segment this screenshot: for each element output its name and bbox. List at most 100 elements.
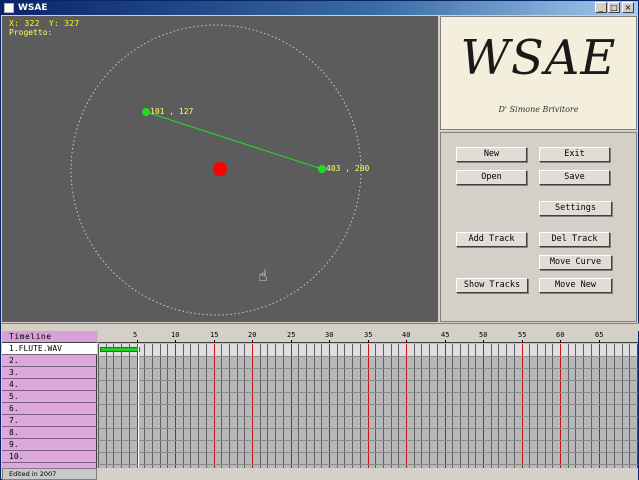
minor-gridline (306, 344, 307, 468)
major-gridline (175, 344, 176, 468)
track-row[interactable]: 10. (2, 451, 97, 463)
minor-gridline (475, 344, 476, 468)
minor-gridline (498, 344, 499, 468)
ruler-label: 50 (479, 331, 488, 339)
timeline-header: Timeline (2, 331, 97, 343)
track-row[interactable]: 7. (2, 415, 97, 427)
row-divider (98, 356, 638, 357)
major-gridline (599, 344, 600, 468)
move-curve-button[interactable]: Move Curve (539, 255, 612, 270)
settings-button[interactable]: Settings (539, 201, 612, 216)
minor-gridline (267, 344, 268, 468)
ruler-label: 45 (441, 331, 450, 339)
point-b-label: 403 , 200 (326, 164, 370, 173)
ruler-tick (445, 340, 446, 343)
status-bar: Edited in 2007 (2, 468, 638, 480)
audio-clip[interactable] (100, 347, 140, 352)
ruler-label: 5 (133, 331, 138, 339)
ruler-label: 60 (556, 331, 565, 339)
point-a-label: 101 , 127 (150, 107, 194, 116)
major-gridline (291, 344, 292, 468)
major-gridline (406, 344, 407, 468)
ruler-tick (214, 340, 215, 343)
minor-gridline (375, 344, 376, 468)
minor-gridline (622, 344, 623, 468)
track-row[interactable]: 4. (2, 379, 97, 391)
ruler-label: 55 (518, 331, 527, 339)
logo-title: WSAE (460, 30, 617, 86)
exit-button[interactable]: Exit (539, 147, 610, 162)
minor-gridline (391, 344, 392, 468)
minor-gridline (437, 344, 438, 468)
track-row[interactable]: 9. (2, 439, 97, 451)
major-gridline (445, 344, 446, 468)
major-gridline (637, 344, 638, 468)
minor-gridline (121, 344, 122, 468)
row-divider (98, 380, 638, 381)
major-gridline (368, 344, 369, 468)
minor-gridline (98, 344, 99, 468)
new-button[interactable]: New (456, 147, 527, 162)
spatial-canvas[interactable]: X: 322 Y: 327 Progetto: 101 , 127 403 , … (2, 16, 438, 322)
major-gridline (560, 344, 561, 468)
minor-gridline (460, 344, 461, 468)
control-panel: New Exit Open Save Settings Add Track De… (440, 132, 637, 322)
minor-gridline (321, 344, 322, 468)
ruler-label: 40 (402, 331, 411, 339)
minor-gridline (144, 344, 145, 468)
minor-gridline (352, 344, 353, 468)
minimize-button[interactable]: _ (595, 2, 607, 13)
row-divider (98, 464, 638, 465)
maximize-button[interactable]: □ (608, 2, 620, 13)
close-button[interactable]: × (622, 2, 634, 13)
minor-gridline (244, 344, 245, 468)
window-title: WSAE (18, 3, 48, 13)
timeline-panel: Timeline 1.FLUTE.WAV 2. 3. 4. 5. 6. 7. 8… (2, 331, 638, 468)
ruler-tick (175, 340, 176, 343)
track-row[interactable]: 8. (2, 427, 97, 439)
major-gridline (483, 344, 484, 468)
minor-gridline (360, 344, 361, 468)
sound-source[interactable] (213, 162, 227, 176)
minor-gridline (152, 344, 153, 468)
trajectory-line (145, 111, 323, 170)
ruler-label: 65 (595, 331, 604, 339)
time-ruler[interactable]: 5 10 15 20 25 30 35 40 45 50 55 60 65 (98, 331, 638, 343)
ruler-tick (560, 340, 561, 343)
del-track-button[interactable]: Del Track (539, 232, 610, 247)
track-row[interactable]: 6. (2, 403, 97, 415)
trajectory-point-b[interactable] (318, 165, 326, 173)
open-button[interactable]: Open (456, 170, 527, 185)
show-tracks-button[interactable]: Show Tracks (456, 278, 528, 293)
hand-cursor-icon: ☝ (258, 266, 268, 285)
track-row[interactable]: 1.FLUTE.WAV (2, 343, 97, 355)
track-row[interactable]: 3. (2, 367, 97, 379)
track-row[interactable]: 2. (2, 355, 97, 367)
playhead[interactable] (138, 344, 139, 468)
app-icon (4, 3, 14, 13)
minor-gridline (606, 344, 607, 468)
minor-gridline (113, 344, 114, 468)
save-button[interactable]: Save (539, 170, 610, 185)
title-bar[interactable]: WSAE _ □ × (1, 1, 638, 15)
track-row[interactable]: 5. (2, 391, 97, 403)
add-track-button[interactable]: Add Track (456, 232, 527, 247)
ruler-tick (368, 340, 369, 343)
status-text: Edited in 2007 (2, 468, 97, 480)
minor-gridline (206, 344, 207, 468)
app-window: WSAE _ □ × X: 322 Y: 327 Progetto: 101 ,… (0, 0, 639, 480)
major-gridline (522, 344, 523, 468)
major-gridline (214, 344, 215, 468)
minor-gridline (275, 344, 276, 468)
trajectory-point-a[interactable] (142, 108, 150, 116)
minor-gridline (529, 344, 530, 468)
minor-gridline (568, 344, 569, 468)
minor-gridline (298, 344, 299, 468)
timeline-grid[interactable] (98, 344, 638, 468)
ruler-tick (252, 340, 253, 343)
move-new-button[interactable]: Move New (539, 278, 612, 293)
timeline-separator (1, 323, 639, 331)
ruler-label: 15 (210, 331, 219, 339)
minor-gridline (591, 344, 592, 468)
row-divider (98, 416, 638, 417)
